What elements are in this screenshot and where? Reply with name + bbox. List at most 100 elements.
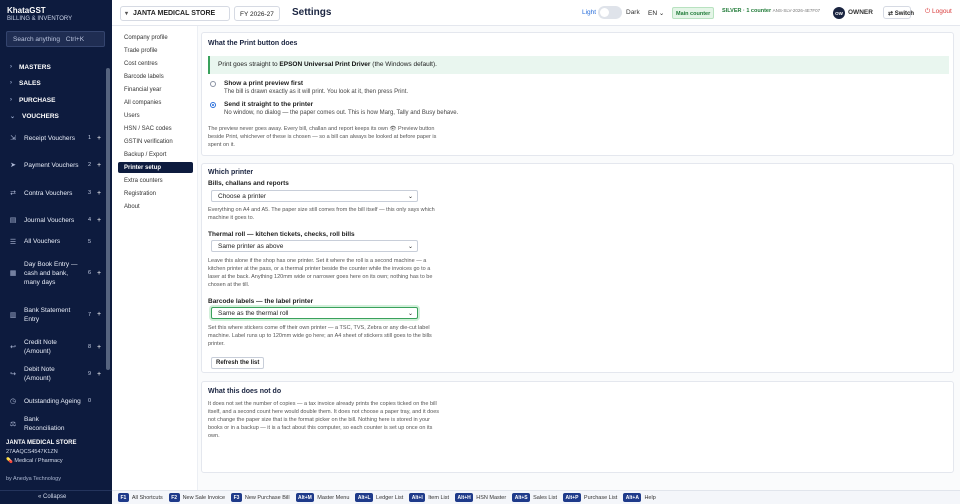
shortcut-new-sale-invoice[interactable]: F2 New Sale Invoice [168,493,225,502]
settings-nav-barcode-labels[interactable]: Barcode labels [118,71,193,82]
sidebar-group-masters[interactable]: › MASTERS [0,60,105,74]
settings-nav-all-companies[interactable]: All companies [118,97,193,108]
field-help: Leave this alone if the shop has one pri… [208,258,433,288]
shortcut-all-shortcuts[interactable]: F1 All Shortcuts [118,493,163,502]
option-description: The bill is drawn exactly as it will pri… [224,89,409,95]
settings-nav-extra-counters[interactable]: Extra counters [118,175,193,186]
swap-icon: ⇄ [888,11,894,17]
search-shortcut: Ctrl+K [65,36,85,43]
toggle-knob [600,8,609,17]
debit-note-icon: ↪ [10,371,16,378]
sidebar-item-bank-reconciliation[interactable]: ⚖ Bank Reconciliation [0,416,105,432]
shortcut-ledger-list[interactable]: Alt+L Ledger List [355,493,403,502]
sidebar-item-credit-note[interactable]: ↩ Credit Note (Amount) 8 + [0,337,105,357]
settings-nav-users[interactable]: Users [118,110,193,121]
switch-user-button[interactable]: ⇄ Switch [883,6,914,19]
sidebar-item-debit-note[interactable]: ↪ Debit Note (Amount) 9 + [0,364,105,384]
add-bank-statement-button[interactable]: + [93,311,105,318]
shortcut-item-list[interactable]: Alt+I Item List [409,493,449,502]
list-icon: ☰ [9,238,17,246]
journal-icon: ▤ [9,217,17,224]
shortcut-purchase-list[interactable]: Alt+P Purchase List [562,493,617,502]
license-badge: SILVER · 1 counter ANS-SLV-2026-4E7F07 [722,8,821,14]
theme-toggle[interactable] [598,6,622,19]
logout-icon: ⏻ [925,8,931,15]
pill-icon: 💊 [6,458,13,464]
sidebar-search-input[interactable]: Search anything Ctrl+K [6,31,105,47]
financial-year-selector[interactable]: FY 2026-27 [234,6,280,21]
option-description: No window, no dialog — the paper comes o… [224,110,459,116]
radio-show-preview[interactable] [210,81,216,87]
barcode-printer-select[interactable]: Same as the thermal roll ⌄ [211,307,418,319]
sidebar-item-day-book[interactable]: ▦ Day Book Entry — cash and bank, many da… [0,254,105,292]
sidebar-group-vouchers[interactable]: ⌄ VOUCHERS [0,109,105,123]
shortcut-sales-list[interactable]: Alt+S Sales List [512,493,557,502]
refresh-list-button[interactable]: Refresh the list [211,357,265,369]
shortcut-master-menu[interactable]: Alt+M Master Menu [295,493,349,502]
theme-dark-label: Dark [626,9,640,16]
settings-nav-about[interactable]: About [118,201,193,212]
page-title: Settings [292,7,332,18]
add-contra-button[interactable]: + [93,190,105,197]
settings-nav-hsn-sac[interactable]: HSN / SAC codes [118,123,193,134]
sidebar-item-all-vouchers[interactable]: ☰ All Vouchers 5 [0,236,105,247]
vendor-credit: by Anedya Technology [6,476,61,482]
option-title: Send it straight to the printer [224,101,314,108]
sidebar-item-payment-vouchers[interactable]: ➤ Payment Vouchers 2 + [0,155,105,175]
sidebar-item-bank-statement[interactable]: ▥ Bank Statement Entry 7 + [0,300,105,329]
settings-nav-printer-setup[interactable]: Printer setup [118,162,193,173]
shortcut-hsn-master[interactable]: Alt+H HSN Master [455,493,506,502]
sidebar-item-journal-vouchers[interactable]: ▤ Journal Vouchers 4 + [0,210,105,230]
add-receipt-button[interactable]: + [93,135,105,142]
add-day-book-button[interactable]: + [93,270,105,277]
settings-nav-registration[interactable]: Registration [118,188,193,199]
add-journal-button[interactable]: + [93,217,105,224]
sidebar-item-outstanding-ageing[interactable]: ◷ Outstanding Ageing 0 [0,391,105,411]
field-label: Thermal roll — kitchen tickets, checks, … [208,231,355,238]
chevron-down-icon: ⌄ [407,244,413,250]
add-payment-button[interactable]: + [93,162,105,169]
add-credit-note-button[interactable]: + [93,344,105,351]
settings-nav-trade-profile[interactable]: Trade profile [118,45,193,56]
bills-printer-select[interactable]: Choose a printer ⌄ [211,190,418,202]
not-do-card: What this does not do It does not set th… [201,381,954,473]
settings-nav-gstin-verification[interactable]: GSTIN verification [118,136,193,147]
logout-button[interactable]: ⏻ Logout [925,8,952,16]
sidebar-group-purchase[interactable]: › PURCHASE [0,93,105,107]
print-button-card: What the Print button does Print goes st… [201,32,954,156]
shortcut-help[interactable]: Alt+A Help [623,493,656,502]
which-printer-card: Which printer Bills, challans and report… [201,163,954,373]
language-selector[interactable]: EN ⌄ [648,6,668,19]
not-do-text: It does not set the number of copies — a… [208,401,440,439]
sidebar-company-info: JANTA MEDICAL STORE 27AAQCS4547K1ZN 💊 Me… [6,439,76,466]
settings-nav-backup-export[interactable]: Backup / Export [118,149,193,160]
sidebar-item-contra-vouchers[interactable]: ⇄ Contra Vouchers 3 + [0,183,105,203]
sidebar: KhataGST BILLING & INVENTORY Search anyt… [0,0,112,504]
sidebar-item-receipt-vouchers[interactable]: ⇲ Receipt Vouchers 1 + [0,128,105,148]
section-heading: What this does not do [208,388,282,395]
sidebar-group-sales[interactable]: › SALES [0,76,105,90]
settings-nav-financial-year[interactable]: Financial year [118,84,193,95]
settings-nav-company-profile[interactable]: Company profile [118,32,193,43]
radio-send-to-printer[interactable] [210,102,216,108]
sidebar-scrollbar[interactable] [106,68,110,370]
preview-footnote: The preview never goes away. Every bill,… [208,126,437,148]
search-placeholder: Search anything [13,36,60,43]
avatar[interactable]: OW [833,7,845,19]
clock-icon: ◷ [9,398,17,405]
collapse-sidebar-button[interactable]: « Collapse [0,490,112,504]
section-heading: What the Print button does [208,40,298,47]
thermal-printer-select[interactable]: Same printer as above ⌄ [211,240,418,252]
group-label: MASTERS [19,63,51,71]
field-label: Bills, challans and reports [208,180,289,187]
payment-icon: ➤ [10,162,16,169]
receipt-icon: ⇲ [10,135,16,142]
company-selector[interactable]: ▾ JANTA MEDICAL STORE [120,6,230,21]
field-help: Set this where stickers come off their o… [208,325,432,347]
settings-nav-cost-centres[interactable]: Cost centres [118,58,193,69]
field-help: Everything on A4 and A5. The paper size … [208,207,435,221]
shortcut-new-purchase-bill[interactable]: F3 New Purchase Bill [231,493,290,502]
chevron-down-icon: ⌄ [407,311,413,317]
user-role: OWNER [848,9,873,16]
add-debit-note-button[interactable]: + [93,371,105,378]
